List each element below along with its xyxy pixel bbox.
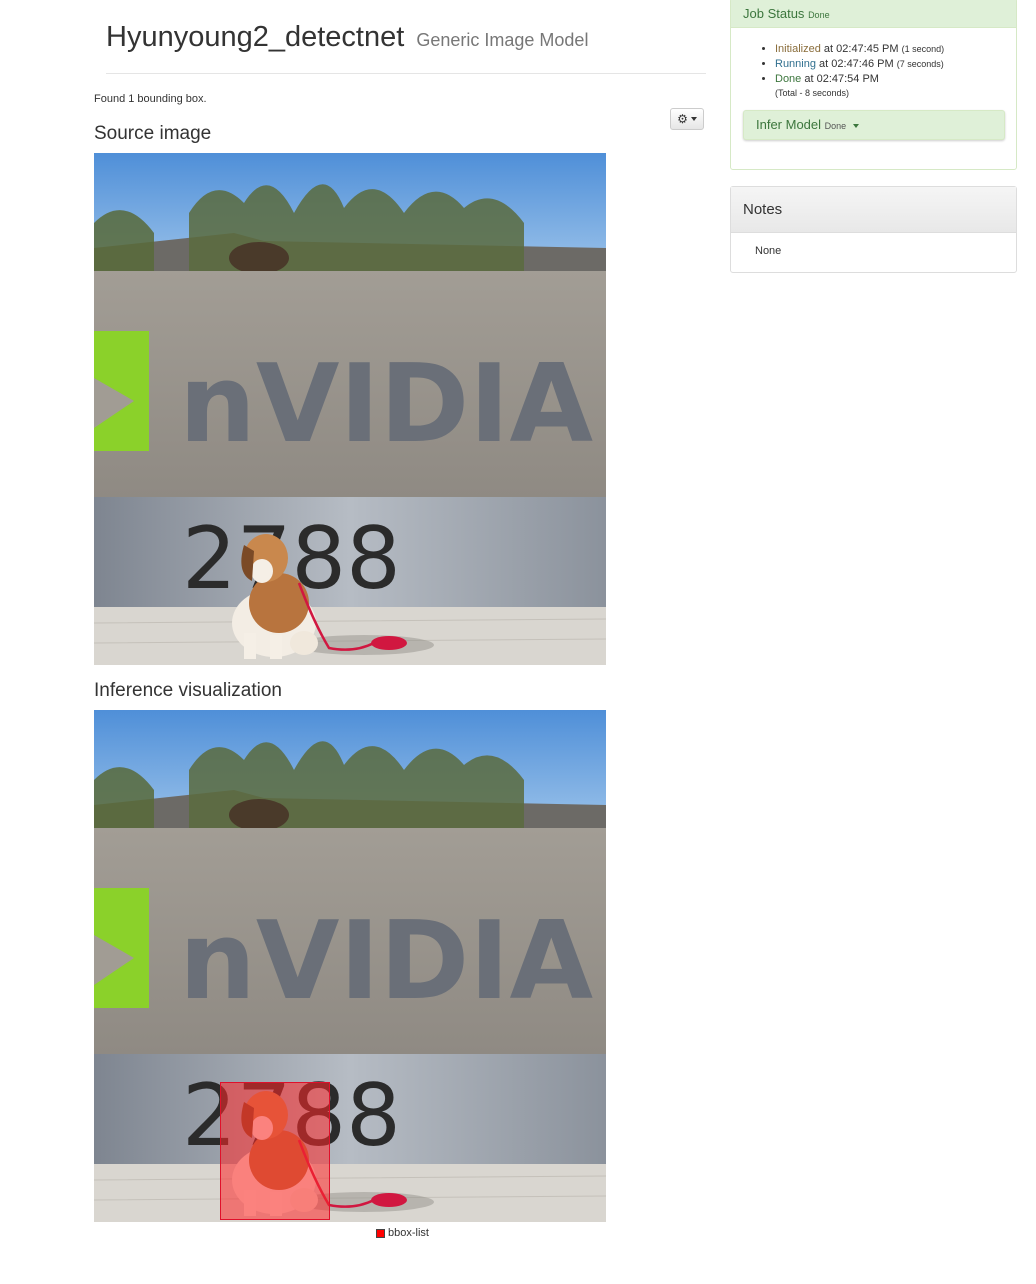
page-title: Hyunyoung2_detectnet Generic Image Model [106,18,706,59]
settings-dropdown-button[interactable]: ⚙ [670,108,704,130]
caret-down-icon [852,123,859,128]
bbox-legend: bbox-list [376,1227,429,1239]
page-header: Hyunyoung2_detectnet Generic Image Model [106,18,706,74]
infer-model-state: Done [824,121,847,131]
result-summary: Found 1 bounding box. [94,93,207,105]
inference-image: nVIDIA 2788 [94,710,606,1222]
nvidia-sign-text: nVIDIA [179,899,593,1024]
inference-title: Inference visualization [94,680,282,701]
status-event: Done at 02:47:54 PM [775,72,1016,87]
model-name: Hyunyoung2_detectnet [106,21,405,53]
caret-down-icon [690,117,697,121]
status-event: Running at 02:47:46 PM (7 seconds) [775,57,1016,72]
status-event: Initialized at 02:47:45 PM (1 second) [775,42,1016,57]
total-duration: (Total - 8 seconds) [775,88,850,98]
source-photo: nVIDIA 2788 [94,153,606,665]
notes-body: None [755,245,782,257]
legend-swatch [376,1228,385,1238]
job-status-panel: Job Status Done Initialized at 02:47:45 … [730,0,1017,170]
job-status-state: Done [808,10,830,20]
notes-title: Notes [731,187,1016,233]
nvidia-sign-text: nVIDIA [179,342,593,467]
gear-icon: ⚙ [677,112,688,126]
legend-label: bbox-list [388,1227,429,1239]
job-status-title: Job Status [743,6,805,21]
infer-model-button[interactable]: Infer Model Done [743,110,1005,140]
notes-panel: Notes None [730,186,1017,273]
model-type: Generic Image Model [416,30,589,50]
job-status-heading: Job Status Done [731,0,1016,28]
job-status-timeline: Initialized at 02:47:45 PM (1 second) Ru… [731,42,1016,87]
bounding-box-overlay [220,1082,330,1220]
infer-model-label: Infer Model [756,117,822,132]
source-image-title: Source image [94,123,212,144]
source-image: nVIDIA 2788 [94,153,606,665]
inference-photo: nVIDIA 2788 [94,710,606,1222]
